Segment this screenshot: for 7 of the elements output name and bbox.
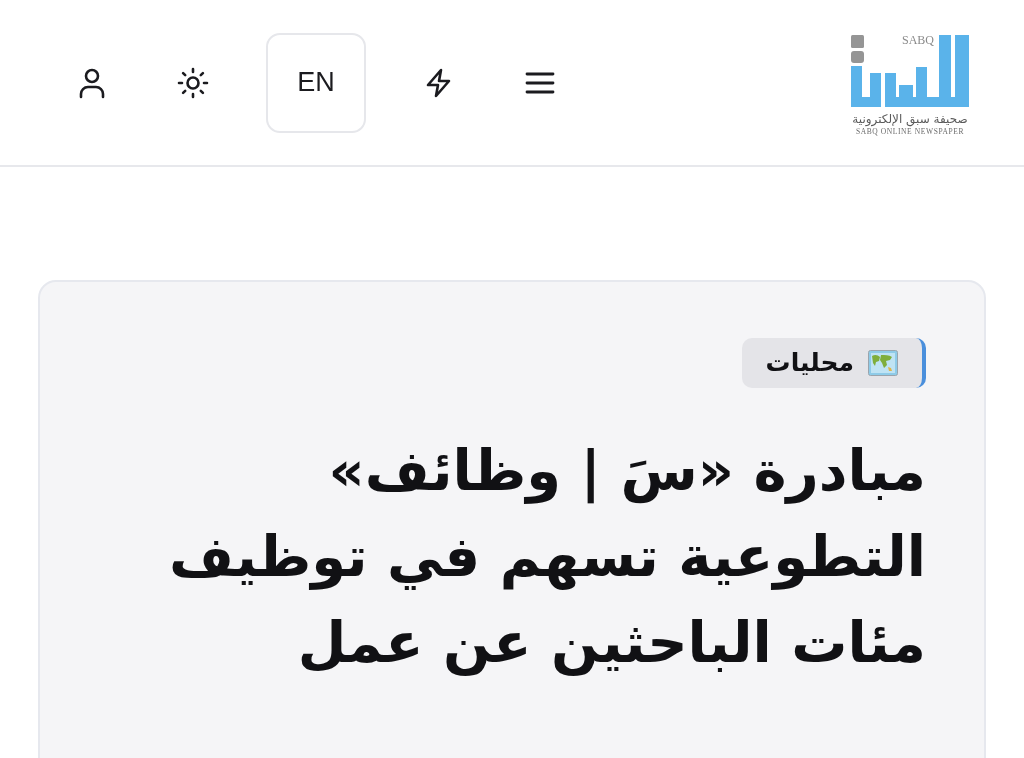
category-tag[interactable]: محليات (741, 338, 926, 388)
logo-wordmark: SABQ (902, 32, 934, 47)
sun-icon (177, 66, 209, 99)
article-headline: مبادرة «سَ | وظائف» التطوعية تسهم في توظيف مئات الباحثين عن عمل (168, 437, 926, 678)
language-button[interactable]: EN (266, 32, 366, 133)
map-icon (868, 350, 898, 376)
logo-arabic-name: صحيفة سبق الإلكترونية (852, 110, 968, 127)
